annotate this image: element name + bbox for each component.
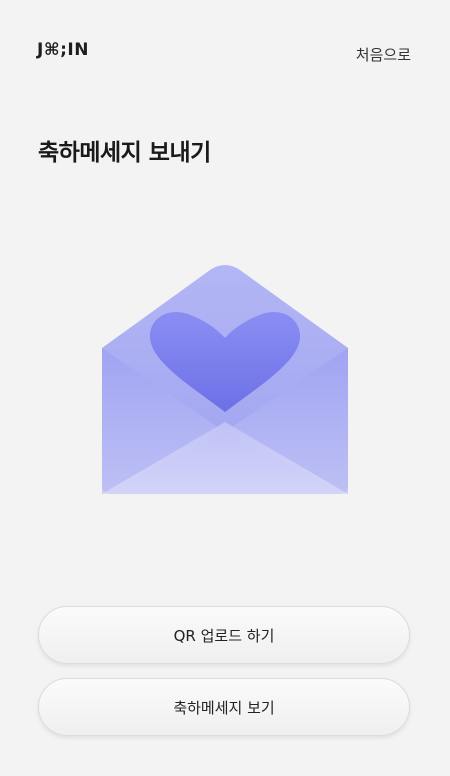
page-title: 축하메세지 보내기 (38, 140, 211, 166)
qr-upload-button[interactable]: QR 업로드 하기 (38, 606, 410, 664)
envelope-heart-icon (98, 262, 352, 498)
app-logo[interactable]: J⌘;IN (37, 40, 89, 60)
app-header: J⌘;IN 처음으로 (0, 0, 450, 100)
home-link[interactable]: 처음으로 (356, 44, 411, 65)
view-messages-button[interactable]: 축하메세지 보기 (38, 678, 410, 736)
